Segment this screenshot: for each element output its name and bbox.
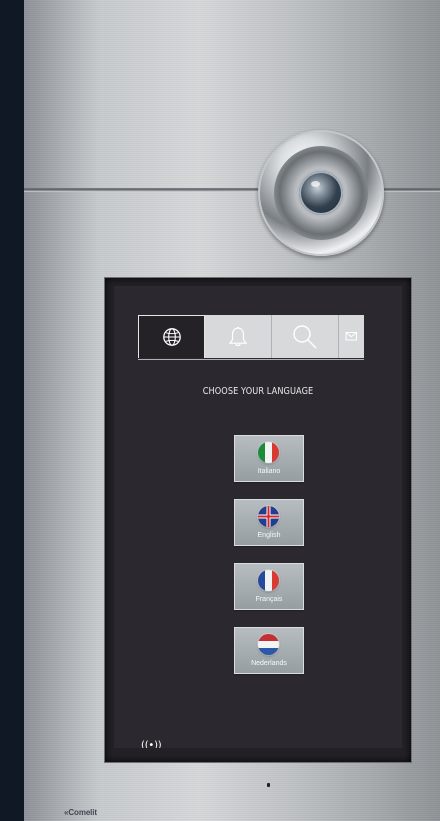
italian-flag-icon xyxy=(258,442,279,463)
tab-notifications[interactable] xyxy=(205,315,272,358)
language-button-italiano[interactable]: Italiano xyxy=(234,435,304,482)
camera-glint xyxy=(311,181,320,187)
language-prompt: CHOOSE YOUR LANGUAGE xyxy=(202,386,314,397)
globe-icon xyxy=(162,328,181,346)
display-frame: CHOOSE YOUR LANGUAGE Italiano English Fr… xyxy=(105,278,411,762)
language-label: Français xyxy=(255,596,283,603)
tab-language[interactable] xyxy=(138,315,205,358)
language-label: Italiano xyxy=(257,468,281,475)
speaker-dot xyxy=(267,783,270,787)
top-tab-bar xyxy=(138,315,364,360)
language-button-nederlands[interactable]: Nederlands xyxy=(234,627,304,674)
brushed-aluminum-panel: CHOOSE YOUR LANGUAGE Italiano English Fr… xyxy=(24,0,440,821)
language-button-francais[interactable]: Français xyxy=(234,563,304,610)
uk-flag-icon xyxy=(258,506,279,527)
french-flag-icon xyxy=(258,570,279,591)
brand-logo: «Comelit xyxy=(64,808,97,817)
search-icon xyxy=(293,324,317,348)
touch-display: CHOOSE YOUR LANGUAGE Italiano English Fr… xyxy=(114,286,402,748)
wireless-status-icon: ((•)) xyxy=(141,740,162,748)
dutch-flag-icon xyxy=(258,634,279,655)
tab-messages[interactable] xyxy=(339,315,364,358)
bell-icon xyxy=(228,326,248,346)
camera-icon xyxy=(258,130,384,256)
language-list: Italiano English Français Nederlands xyxy=(234,435,304,691)
camera-lens xyxy=(299,171,343,215)
language-button-english[interactable]: English xyxy=(234,499,304,546)
mail-icon xyxy=(345,332,357,341)
language-label: Nederlands xyxy=(251,660,287,667)
intercom-page: CHOOSE YOUR LANGUAGE Italiano English Fr… xyxy=(0,0,440,821)
tab-search[interactable] xyxy=(272,315,339,358)
language-label: English xyxy=(257,532,281,539)
camera-ring xyxy=(274,146,368,240)
